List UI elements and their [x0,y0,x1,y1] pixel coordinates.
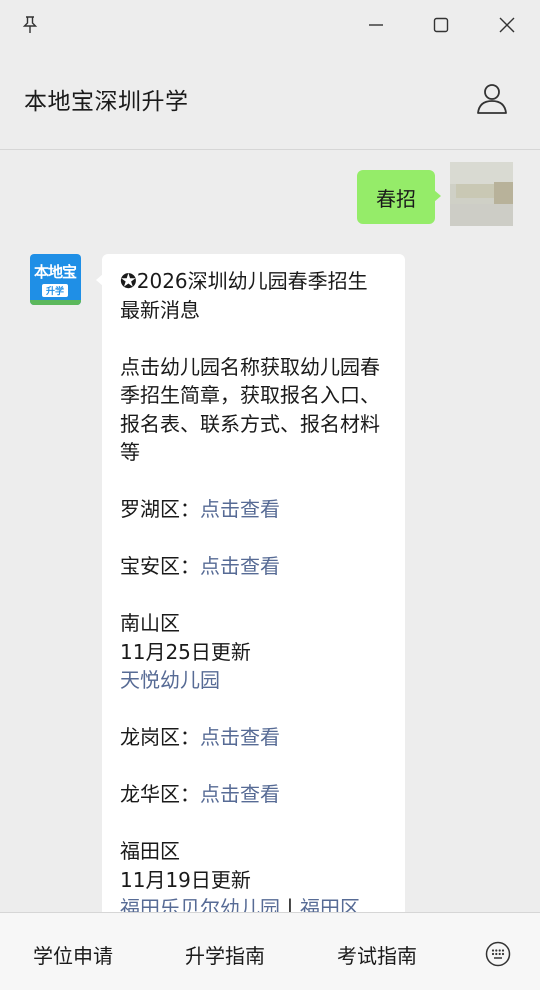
district-nanshan-label: 南山区 [120,611,180,635]
menu-item-exam-guide[interactable]: 考试指南 [337,940,417,969]
title-bar [0,0,540,50]
bot-message-bubble: ✪2026深圳幼儿园春季招生最新消息 点击幼儿园名称获取幼儿园春季招生简章，获取… [96,254,405,912]
district-label: 罗湖区： [120,497,200,521]
keyboard-icon[interactable] [485,941,511,967]
longgang-link[interactable]: 点击查看 [200,725,280,749]
user-avatar[interactable] [450,162,513,226]
district-baoan: 宝安区：点击查看 [120,552,387,581]
chat-area[interactable]: 春招 本地宝 升学 ✪2026深圳幼儿园春季招生最新消息 点击幼儿园名称获取幼儿… [0,151,540,912]
message-intro: 点击幼儿园名称获取幼儿园春季招生简章，获取报名入口、报名表、联系方式、报名材料等 [120,354,380,465]
district-longgang: 龙岗区：点击查看 [120,723,387,752]
pin-icon[interactable] [14,0,46,50]
menu-item-degree-application[interactable]: 学位申请 [33,940,113,969]
message-title: ✪2026深圳幼儿园春季招生最新消息 [120,269,368,322]
chat-header: 本地宝深圳升学 [0,50,540,150]
person-icon[interactable] [474,80,510,116]
nanshan-kindergarten-link[interactable]: 天悦幼儿园 [120,666,387,695]
district-luohu: 罗湖区：点击查看 [120,495,387,524]
avatar-logo-badge: 升学 [42,284,68,297]
district-label: 龙华区： [120,782,200,806]
longhua-link[interactable]: 点击查看 [200,782,280,806]
link-separator: 丨 [280,896,300,912]
bot-avatar[interactable]: 本地宝 升学 [30,254,81,305]
close-icon[interactable] [491,0,523,50]
page-title: 本地宝深圳升学 [24,89,189,115]
baoan-link[interactable]: 点击查看 [200,554,280,578]
futian-kindergarten-link[interactable]: 福田乐贝尔幼儿园 [120,896,280,912]
bottom-menu-bar: 学位申请 升学指南 考试指南 [0,912,540,990]
district-longhua: 龙华区：点击查看 [120,780,387,809]
district-futian-label: 福田区 [120,839,180,863]
menu-item-admission-guide[interactable]: 升学指南 [185,940,265,969]
futian-links: 福田乐贝尔幼儿园丨福田区 [120,894,387,912]
minimize-icon[interactable] [360,0,392,50]
avatar-logo-text: 本地宝 [34,263,77,281]
district-label: 宝安区： [120,554,200,578]
user-message-row: 春招 [0,151,540,251]
luohu-link[interactable]: 点击查看 [200,497,280,521]
district-label: 龙岗区： [120,725,200,749]
nanshan-update-date: 11月25日更新 [120,639,251,664]
futian-update-date: 11月19日更新 [120,867,251,892]
maximize-icon[interactable] [425,0,457,50]
user-message-bubble[interactable]: 春招 [357,170,441,224]
futian-district-link[interactable]: 福田区 [300,896,360,912]
